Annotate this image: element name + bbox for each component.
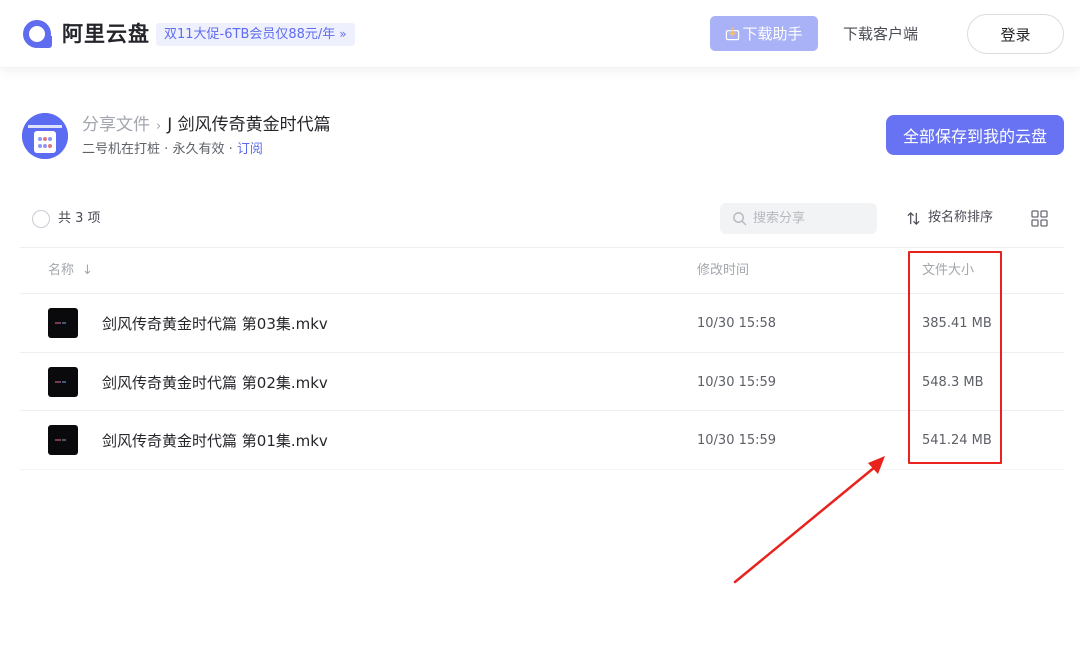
subscribe-link[interactable]: 订阅 [237,142,263,157]
toolbar-divider [20,247,1064,248]
download-helper-icon [726,27,740,41]
top-bar: 阿里云盘 双11大促-6TB会员仅88元/年» 下载助手 下载客户端 登录 [0,0,1080,68]
share-avatar [22,113,68,159]
download-helper-button[interactable]: 下载助手 [710,16,818,51]
search-input[interactable] [753,211,863,226]
search-box[interactable] [720,203,877,234]
file-name[interactable]: 剑风传奇黄金时代篇 第01集.mkv [102,431,328,451]
search-icon [733,212,747,226]
meta-dot: · [228,142,233,157]
breadcrumb-separator-icon: › [156,119,162,134]
promo-chevron-icon: » [339,27,347,41]
avatar-image-icon [22,113,68,159]
sort-down-arrow-icon: ↓ [82,263,93,278]
aliyun-drive-logo-icon[interactable] [22,19,52,49]
video-thumbnail-icon [48,367,78,397]
promo-text: 双11大促-6TB会员仅88元/年 [164,27,336,42]
meta-dot: · [164,142,169,157]
file-name[interactable]: 剑风传奇黄金时代篇 第03集.mkv [102,314,328,334]
sort-icon [907,211,920,225]
table-bottom-divider [20,469,1064,470]
download-client-link[interactable]: 下载客户端 [843,23,918,45]
share-owner: 二号机在打桩 [82,142,161,157]
sort-label: 按名称排序 [928,210,994,225]
grid-view-icon[interactable] [1031,210,1048,227]
column-name-label: 名称 [48,263,75,278]
video-thumbnail-icon [48,425,78,455]
breadcrumb-root[interactable]: 分享文件 [82,115,150,135]
file-name[interactable]: 剑风传奇黄金时代篇 第02集.mkv [102,373,328,393]
breadcrumb: 分享文件 › J 剑风传奇黄金时代篇 [82,113,331,139]
login-button[interactable]: 登录 [967,14,1064,54]
share-validity: 永久有效 [172,142,225,157]
file-modified: 10/30 15:58 [697,316,777,331]
save-all-button[interactable]: 全部保存到我的云盘 [886,115,1064,155]
file-modified: 10/30 15:59 [697,375,777,390]
video-thumbnail-icon [48,308,78,338]
breadcrumb-current: J 剑风传奇黄金时代篇 [167,115,331,135]
item-count: 共 3 项 [58,211,101,226]
sort-button[interactable]: 按名称排序 [906,208,993,228]
annotation-arrow-icon [733,456,885,584]
promo-banner[interactable]: 双11大促-6TB会员仅88元/年» [156,23,355,46]
brand-name[interactable]: 阿里云盘 [62,19,150,49]
annotation-highlight-box [908,251,1002,464]
select-all-checkbox[interactable] [32,210,50,228]
download-helper-label: 下载助手 [742,25,803,43]
column-header-modified: 修改时间 [697,263,750,278]
share-meta: 二号机在打桩 · 永久有效 · 订阅 [82,141,263,159]
column-header-name[interactable]: 名称 ↓ [48,262,93,280]
